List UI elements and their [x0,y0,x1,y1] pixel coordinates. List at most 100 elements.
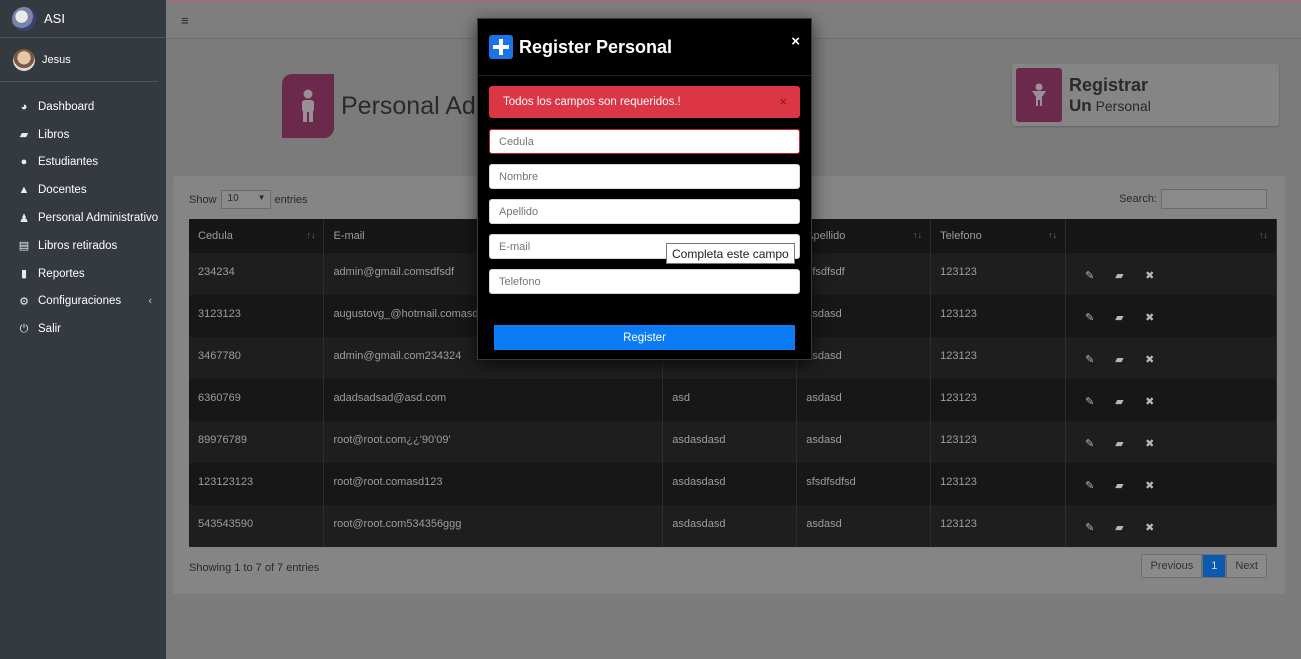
cell-telefono: 123123 [930,337,1067,379]
sidebar-item-label: Libros retirados [38,239,118,252]
cell-email: root@root.comasd123 [323,463,664,505]
cell-apellido: asdasd [796,337,932,379]
chevron-left-icon: ‹ [148,294,152,307]
column-header-cedula[interactable]: Cedula ↑↓ [189,219,325,253]
book-icon[interactable]: ▰ [1115,354,1129,366]
edit-icon[interactable]: ✎ [1085,396,1099,408]
cedula-field[interactable] [489,129,800,154]
delete-icon[interactable]: ✖ [1145,270,1159,282]
cell-nombre: asd [662,379,798,421]
cell-actions: ✎ ▰ ✖ [1065,379,1277,421]
graduation-cap-icon: ▲ [18,184,30,197]
sort-icon: ↑↓ [913,230,923,240]
file-icon: ▮ [20,268,28,281]
previous-page-button[interactable]: Previous [1141,554,1203,578]
register-label: Registrar [1069,74,1149,95]
column-header-actions[interactable]: ↑↓ [1065,219,1277,253]
sidebar-item-salir[interactable]: ⏻ Salir [0,315,166,343]
delete-icon[interactable]: ✖ [1145,396,1159,408]
cell-cedula: 6360769 [189,379,325,421]
page-1-button[interactable]: 1 [1202,554,1227,578]
sidebar-item-reportes[interactable]: ▮ Reportes [0,260,166,288]
book-icon[interactable]: ▰ [1115,480,1129,492]
sidebar-item-label: Personal Administrativo [38,212,159,225]
user-panel[interactable]: Jesus [0,38,158,82]
plus-icon [489,35,513,59]
table-row: 89976789 root@root.com¿¿'90'09' asdasdas… [189,421,1277,463]
dashboard-icon: ◕ [20,100,28,113]
edit-icon[interactable]: ✎ [1085,312,1099,324]
cell-cedula: 3123123 [189,295,325,337]
register-sublabel: Un Personal [1069,96,1151,116]
delete-icon[interactable]: ✖ [1145,438,1159,450]
sidebar-item-label: Salir [38,323,62,336]
cell-email: adadsadsad@asd.com [323,379,664,421]
cell-actions: ✎ ▰ ✖ [1065,463,1277,505]
brand-logo-icon [12,6,36,31]
book-icon: ▰ [19,129,29,142]
cell-cedula: 543543590 [189,505,325,547]
cell-apellido: asdasd [796,295,932,337]
edit-icon[interactable]: ✎ [1085,270,1099,282]
sidebar-item-libros-retirados[interactable]: ▤ Libros retirados [0,232,166,260]
book-icon[interactable]: ▰ [1115,438,1129,450]
sidebar-item-personal-administrativo[interactable]: ♟ Personal Administrativo [0,204,166,232]
modal-title: Register Personal [519,36,673,57]
register-text: Registrar Un Personal [1069,75,1151,116]
delete-icon[interactable]: ✖ [1145,354,1159,366]
cell-actions: ✎ ▰ ✖ [1065,337,1277,379]
avatar [13,48,35,71]
search-input[interactable] [1161,189,1267,209]
delete-icon[interactable]: ✖ [1145,480,1159,492]
alert-close-icon[interactable]: × [779,94,787,109]
sidebar-item-libros[interactable]: ▰ Libros [0,121,166,149]
sidebar-item-dashboard[interactable]: ◕ Dashboard [0,93,166,121]
book-icon[interactable]: ▰ [1115,522,1129,534]
book-icon[interactable]: ▰ [1115,396,1129,408]
show-label: Show [189,193,217,206]
edit-icon[interactable]: ✎ [1085,438,1099,450]
register-personal-button[interactable]: Registrar Un Personal [1012,64,1279,126]
nombre-field[interactable] [489,164,800,189]
menu-toggle-icon[interactable]: ≡ [181,13,189,28]
register-submit-button[interactable]: Register [494,325,795,350]
column-header-apellido[interactable]: Apellido ↑↓ [796,219,932,253]
close-icon[interactable]: × [791,33,800,50]
next-page-button[interactable]: Next [1226,554,1267,578]
edit-icon[interactable]: ✎ [1085,522,1099,534]
delete-icon[interactable]: ✖ [1145,312,1159,324]
cell-cedula: 123123123 [189,463,325,505]
register-personal-modal: Register Personal × Todos los campos son… [477,18,812,360]
sidebar-item-configuraciones[interactable]: ⚙ Configuraciones ‹ [0,288,166,316]
sidebar-item-docentes[interactable]: ▲ Docentes [0,176,166,204]
edit-icon[interactable]: ✎ [1085,354,1099,366]
column-header-telefono[interactable]: Telefono ↑↓ [930,219,1067,253]
table-row: 543543590 root@root.com534356ggg asdasda… [189,505,1277,547]
gears-icon: ⚙ [19,295,29,308]
person-icon: ♟ [19,212,29,225]
book-icon[interactable]: ▰ [1115,312,1129,324]
table-row: 123123123 root@root.comasd123 asdasdasd … [189,463,1277,505]
page-length-select[interactable]: 10 [220,190,271,209]
power-icon: ⏻ [19,322,29,335]
table-row: 6360769 adadsadsad@asd.com asd asdasd 12… [189,379,1277,421]
user-name: Jesus [42,53,71,66]
person-icon [282,74,334,138]
cell-cedula: 234234 [189,253,325,295]
cell-telefono: 123123 [930,253,1067,295]
edit-icon[interactable]: ✎ [1085,480,1099,492]
page-title: Personal Adm [341,91,497,120]
cell-apellido: asdasd [796,379,932,421]
delete-icon[interactable]: ✖ [1145,522,1159,534]
cell-actions: ✎ ▰ ✖ [1065,295,1277,337]
cell-apellido: asdasd [796,421,932,463]
book-icon[interactable]: ▰ [1115,270,1129,282]
telefono-field[interactable] [489,269,800,294]
brand-link[interactable]: ASI [0,0,166,38]
apellido-field[interactable] [489,199,800,224]
sort-icon: ↑↓ [1048,230,1058,240]
brand-text: ASI [44,11,65,26]
sidebar-item-estudiantes[interactable]: ● Estudiantes [0,149,166,177]
users-icon: ● [20,156,28,169]
sort-icon: ↑↓ [306,230,316,240]
